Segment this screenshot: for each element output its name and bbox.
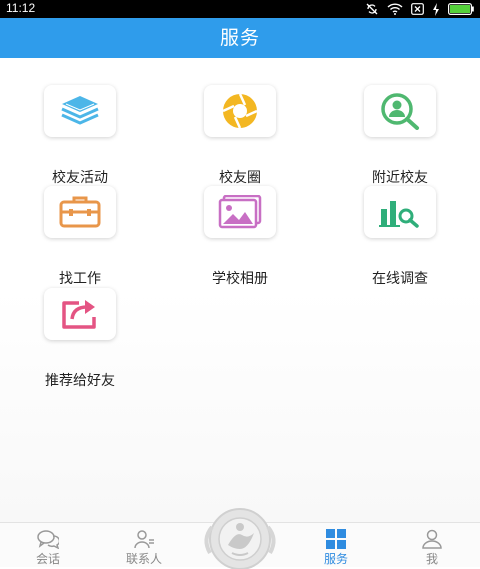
service-label: 找工作 [59, 271, 101, 287]
service-grid: 校友活动 校友圈 附近校友 找工作 学校相册 在线调查 推荐给好友 [0, 58, 480, 522]
status-icons [365, 2, 474, 16]
service-label: 在线调查 [372, 271, 428, 287]
service-icon-card [44, 288, 116, 340]
service-school-album[interactable]: 学校相册 [180, 186, 300, 287]
tab-chats[interactable]: 会话 [0, 523, 96, 567]
rotation-lock-icon [366, 3, 378, 15]
camera-aperture-icon [222, 93, 258, 129]
status-bar: 11:12 [0, 0, 480, 18]
no-sim-icon [411, 3, 424, 15]
charging-icon [433, 2, 439, 16]
tab-me[interactable]: 我 [384, 523, 480, 567]
service-recommend-friends[interactable]: 推荐给好友 [20, 288, 140, 389]
service-nearby-alumni[interactable]: 附近校友 [340, 85, 460, 186]
person-search-icon [381, 93, 419, 130]
briefcase-icon [59, 196, 101, 228]
school-logo-icon [204, 508, 276, 569]
service-online-survey[interactable]: 在线调查 [340, 186, 460, 287]
status-time: 11:12 [6, 1, 36, 15]
service-icon-card [364, 186, 436, 238]
service-find-job[interactable]: 找工作 [20, 186, 140, 287]
service-icon-card [44, 186, 116, 238]
service-label: 校友活动 [52, 170, 108, 186]
share-icon [62, 300, 96, 329]
tab-label: 会话 [35, 552, 60, 566]
service-alumni-circle[interactable]: 校友圈 [180, 85, 300, 186]
tab-label: 联系人 [125, 552, 162, 566]
tab-label: 我 [425, 552, 438, 566]
service-icon-card [364, 85, 436, 137]
service-alumni-activities[interactable]: 校友活动 [20, 85, 140, 186]
photo-album-icon [218, 195, 262, 229]
wifi-icon [387, 3, 403, 15]
service-icon-card [204, 85, 276, 137]
layers-icon [61, 96, 99, 125]
service-icon-card [204, 186, 276, 238]
battery-icon [448, 3, 474, 15]
page-title: 服务 [219, 27, 260, 49]
person-icon [422, 529, 442, 549]
service-label: 校友圈 [219, 170, 261, 186]
service-label: 推荐给好友 [45, 373, 115, 389]
service-icon-card [44, 85, 116, 137]
tab-contacts[interactable]: 联系人 [96, 523, 192, 567]
grid-icon [326, 529, 346, 549]
tab-services[interactable]: 服务 [288, 523, 384, 567]
service-label: 附近校友 [372, 170, 428, 186]
app-header: 服务 [0, 18, 480, 58]
service-label: 学校相册 [212, 271, 268, 287]
chat-bubbles-icon [37, 530, 59, 549]
chart-search-icon [379, 201, 419, 228]
tab-label: 服务 [323, 552, 348, 566]
contacts-icon [134, 530, 154, 549]
